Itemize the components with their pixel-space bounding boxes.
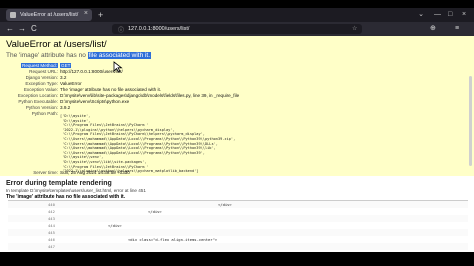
- back-icon[interactable]: ←: [6, 22, 14, 36]
- source-line-number: 447: [48, 244, 55, 249]
- browser-window: ValueError at /users/list/ × + ⌄ — □ × ←…: [0, 0, 474, 266]
- forward-icon[interactable]: →: [18, 22, 26, 36]
- favicon-icon: [10, 12, 16, 18]
- reload-icon[interactable]: C: [31, 22, 37, 36]
- address-bar[interactable]: ⓘ 127.0.0.1:8000/users/list/ ☆: [112, 24, 362, 34]
- extensions-icon[interactable]: ⊕: [430, 22, 436, 36]
- source-line-number: 445: [48, 230, 55, 235]
- source-line-number: 444: [48, 223, 55, 228]
- minimize-icon[interactable]: —: [434, 8, 441, 22]
- error-message-selected: file associated with it.: [87, 52, 152, 59]
- request-info-value: D:\mysite\venv\lib\site-packages\django\…: [60, 93, 240, 98]
- template-error-section: Error during template rendering In templ…: [0, 176, 474, 252]
- bookmark-icon[interactable]: ☆: [352, 25, 357, 32]
- maximize-icon[interactable]: □: [448, 8, 452, 22]
- source-line-number: 442: [48, 209, 55, 214]
- request-info-key: Exception Value:: [23, 87, 58, 92]
- request-info-value: GET: [60, 63, 72, 68]
- error-message: The 'image' attribute has no file associ…: [6, 52, 152, 59]
- request-info-key: Server time:: [33, 170, 58, 175]
- source-line-number: 446: [48, 237, 55, 242]
- tab-close-icon[interactable]: ×: [84, 10, 88, 17]
- error-summary: ValueError at /users/list/ The 'image' a…: [0, 36, 474, 177]
- close-window-icon[interactable]: ×: [462, 8, 466, 22]
- source-line: 446 <div class="d-flex align-items-center…: [8, 236, 468, 243]
- request-info-key: Django Version:: [25, 75, 58, 80]
- request-info-value: The 'image' attribute has no file associ…: [60, 87, 162, 92]
- tab-title: ValueError at /users/list/: [20, 12, 79, 18]
- request-info-key: Exception Type:: [25, 81, 58, 86]
- source-line-code: <div class="d-flex align-items-center">: [128, 237, 218, 242]
- request-info-value: D:\mysite\venv\Scripts\python.exe: [60, 99, 130, 104]
- template-error-location: In template D:\mysite\templates\users\us…: [6, 188, 146, 193]
- new-tab-button[interactable]: +: [98, 9, 103, 21]
- error-message-text: The 'image' attribute has no: [6, 52, 88, 59]
- tab-active[interactable]: ValueError at /users/list/ ×: [6, 9, 92, 21]
- request-info-key: Python Path:: [31, 111, 58, 116]
- tab-bar: ValueError at /users/list/ × + ⌄ — □ ×: [0, 8, 474, 22]
- source-line-code: </div>: [218, 202, 232, 207]
- source-line-code: </div>: [108, 223, 122, 228]
- source-line-number: 440: [48, 202, 55, 207]
- source-line: 440 </div>: [8, 201, 468, 208]
- source-line-code: </div>: [148, 209, 162, 214]
- url-text[interactable]: 127.0.0.1:8000/users/list/: [128, 26, 189, 32]
- source-line-number: 443: [48, 216, 55, 221]
- source-line: 444 </div>: [8, 222, 468, 229]
- navigation-bar: ← → C ⓘ 127.0.0.1:8000/users/list/ ☆ ⊕ ≡: [0, 22, 474, 36]
- error-title: ValueError at /users/list/: [6, 39, 107, 50]
- request-info-key: Exception Location:: [17, 93, 58, 98]
- site-info-icon[interactable]: ⓘ: [118, 25, 124, 34]
- menu-icon[interactable]: ≡: [455, 22, 459, 36]
- request-info-key: Request Method:: [21, 63, 58, 68]
- source-line: 447: [8, 243, 468, 250]
- source-line: 445: [8, 229, 468, 236]
- request-info-value: ValueError: [60, 81, 82, 86]
- request-info-value: http://127.0.0.1:8000/users/list/: [60, 69, 123, 74]
- request-info-value: 3.2: [60, 75, 67, 80]
- request-info-key: Python Version:: [25, 105, 58, 110]
- tab-list-icon[interactable]: ⌄: [418, 9, 424, 21]
- template-source-table: 440 </div> 442 </div> 443 444 </div> 445 446 <div…: [8, 200, 468, 252]
- request-info-key: Python Executable:: [18, 99, 58, 104]
- page-content: ValueError at /users/list/ The 'image' a…: [0, 36, 474, 252]
- request-info-value: 3.9.2: [60, 105, 71, 110]
- source-line: 443: [8, 215, 468, 222]
- scrollbar[interactable]: [469, 76, 472, 166]
- template-error-heading: Error during template rendering: [6, 180, 112, 187]
- request-info-key: Request URL:: [29, 69, 58, 74]
- python-path-value: ['D:\\mysite', 'D:\\mysite', 'C:\\Progra…: [60, 114, 236, 174]
- source-line: 442 </div>: [8, 208, 468, 215]
